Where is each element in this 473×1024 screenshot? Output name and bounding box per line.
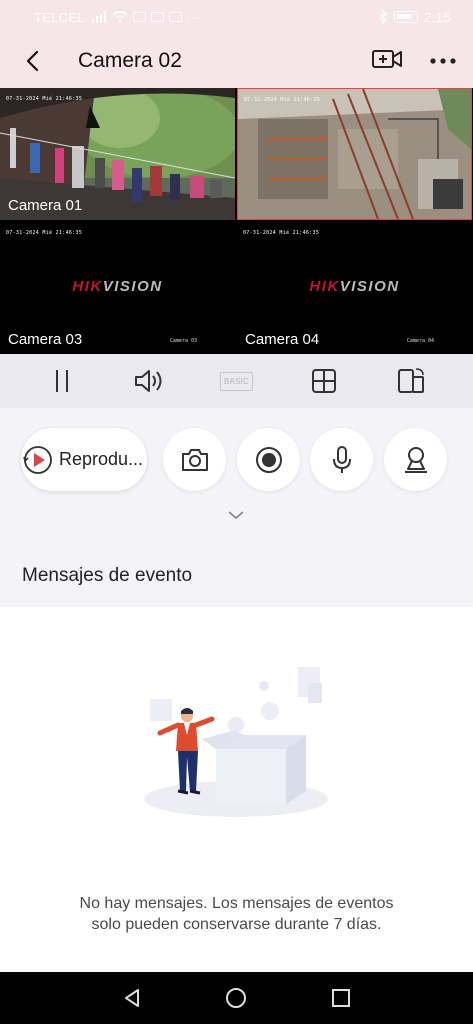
carrier-label: TELCEL [34, 9, 85, 25]
chevron-down-icon [228, 511, 244, 520]
app-notification-icon [150, 12, 164, 22]
add-camera-button[interactable] [371, 47, 403, 76]
status-icons: ··· [91, 10, 201, 25]
nfc-icon [168, 12, 182, 22]
record-button[interactable] [237, 428, 300, 491]
header-actions [371, 34, 457, 88]
more-horizontal-icon [430, 58, 456, 64]
empty-message-line2: solo pueden conservarse durante 7 días. [91, 916, 382, 933]
ringer-icon [132, 12, 146, 22]
status-right: 2:15 [378, 9, 451, 25]
expand-button[interactable] [226, 508, 246, 526]
app-header: Camera 02 [0, 34, 473, 88]
camera-03-channel-text: Camera 03 [169, 338, 197, 344]
empty-illustration [144, 667, 328, 817]
ptz-icon [404, 446, 427, 473]
brand-text-b: VISION [102, 278, 163, 295]
snapshot-button[interactable] [163, 428, 226, 491]
camera-04-channel-text: Camera 04 [406, 338, 434, 344]
action-row: Reprodu... [0, 428, 473, 492]
camera-03-brand-logo: HIKVISION [0, 278, 235, 295]
playback-button[interactable]: Reprodu... [21, 428, 147, 491]
camera-02-feed [238, 89, 471, 219]
camera-03-osd: 07-31-2024 Mié 21:46:35 [6, 230, 83, 236]
camera-03-label: Camera 03 [8, 331, 83, 348]
layout-button[interactable] [299, 356, 349, 406]
camera-grid: 07-31-2024 Mié 21:46:35 Camera 01 07-31-… [0, 88, 473, 354]
back-button[interactable] [0, 34, 64, 88]
microphone-icon [332, 445, 351, 473]
camera-02-osd: 07-31-2024 Mié 21:46:35 [244, 97, 321, 103]
battery-icon [393, 11, 418, 23]
camera-tile-3[interactable]: 07-31-2024 Mié 21:46:35 HIKVISION Camera… [0, 222, 235, 354]
brand-text-a: HIK [72, 278, 103, 295]
camera-add-icon [372, 49, 402, 68]
page-title: Camera 02 [78, 49, 182, 72]
playback-icon [23, 445, 52, 474]
bluetooth-icon [379, 10, 387, 24]
nav-back-button[interactable] [112, 978, 152, 1018]
quality-button[interactable]: BASIC [211, 356, 261, 406]
quality-basic-icon: BASIC [219, 371, 253, 391]
pause-icon [55, 370, 68, 392]
camera-tile-1[interactable]: 07-31-2024 Mié 21:46:35 Camera 01 [0, 88, 235, 220]
record-icon [255, 446, 282, 473]
more-dots-icon: ··· [186, 9, 201, 25]
brand-text-b: VISION [339, 278, 400, 295]
events-empty-state: No hay mensajes. Los mensajes de eventos… [0, 607, 473, 972]
grid-layout-icon [311, 369, 336, 393]
status-left: TELCEL ··· [34, 10, 201, 25]
empty-message: No hay mensajes. Los mensajes de eventos… [0, 893, 473, 935]
rotate-screen-icon [398, 368, 425, 393]
recents-square-icon [331, 989, 350, 1007]
camera-tile-4[interactable]: 07-31-2024 Mié 21:46:35 HIKVISION Camera… [237, 222, 472, 354]
camera-04-osd: 07-31-2024 Mié 21:46:35 [243, 230, 320, 236]
brand-text-a: HIK [309, 278, 340, 295]
speaker-icon [135, 370, 162, 392]
empty-message-line1: No hay mensajes. Los mensajes de eventos [79, 895, 394, 912]
events-section-title: Mensajes de evento [22, 565, 193, 586]
more-button[interactable] [429, 52, 457, 70]
pause-button[interactable] [37, 356, 87, 406]
back-triangle-icon [125, 989, 140, 1007]
talk-button[interactable] [310, 428, 373, 491]
snapshot-icon [181, 448, 208, 471]
wifi-icon [112, 11, 128, 23]
camera-tile-2[interactable]: 07-31-2024 Mié 21:46:35 [237, 88, 472, 220]
camera-04-brand-logo: HIKVISION [237, 278, 472, 295]
clock: 2:15 [423, 9, 451, 25]
home-circle-icon [226, 988, 247, 1008]
camera-04-label: Camera 04 [245, 331, 320, 348]
camera-01-osd: 07-31-2024 Mié 21:46:35 [6, 96, 83, 102]
ptz-button[interactable] [384, 428, 447, 491]
playback-toolbar: BASIC [0, 354, 473, 408]
status-bar: TELCEL ··· 2:15 [0, 0, 473, 34]
playback-label: Reprodu... [59, 449, 144, 469]
nav-home-button[interactable] [216, 978, 256, 1018]
rotate-button[interactable] [386, 356, 436, 406]
audio-button[interactable] [124, 356, 174, 406]
nav-recents-button[interactable] [321, 978, 361, 1018]
signal-icon [91, 11, 106, 23]
system-nav-bar [0, 972, 473, 1024]
camera-01-label: Camera 01 [8, 197, 83, 214]
chevron-left-icon [26, 50, 39, 72]
